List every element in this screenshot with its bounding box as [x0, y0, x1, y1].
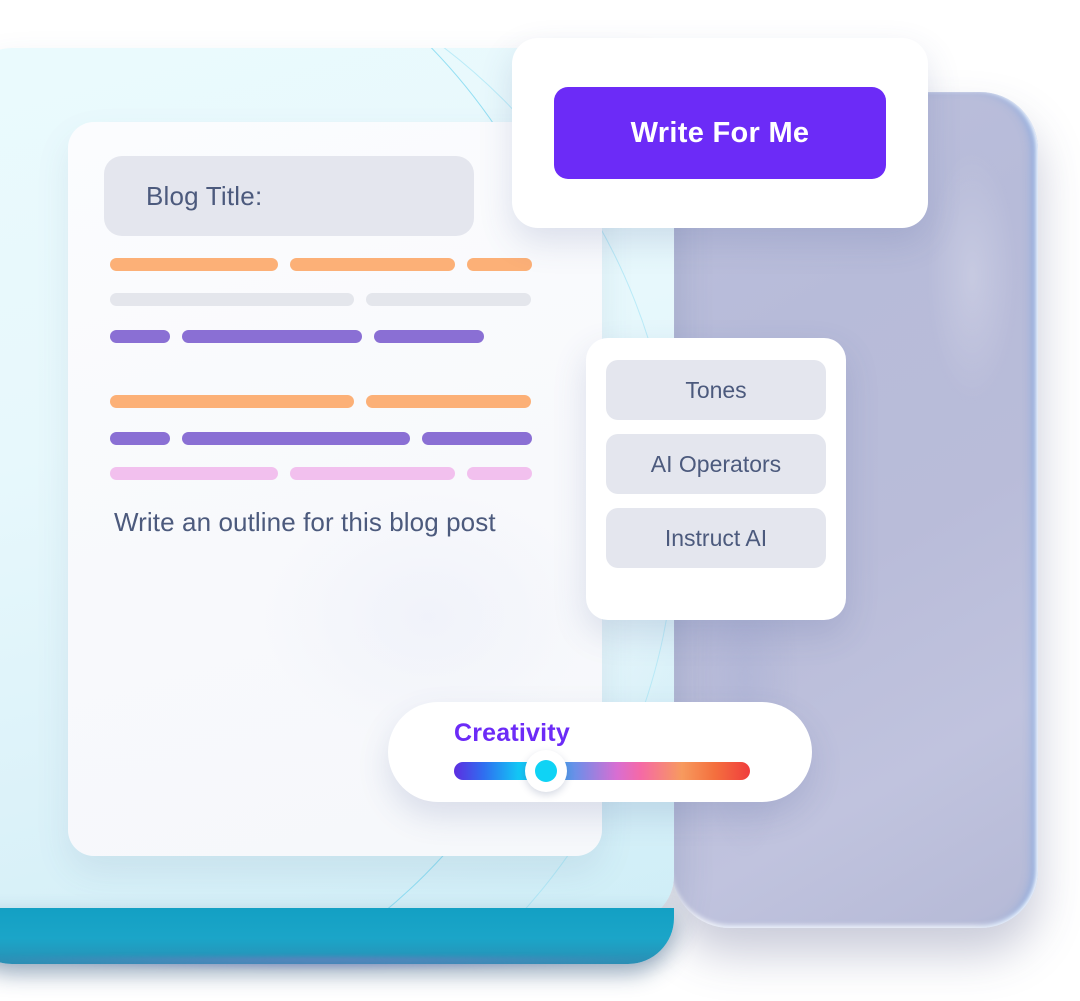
ai-option-ai-operators[interactable]: AI Operators — [606, 434, 826, 494]
skeleton-bar — [110, 395, 354, 408]
skeleton-row — [110, 330, 570, 343]
document-skeleton-bars — [110, 258, 570, 480]
skeleton-bar — [422, 432, 532, 445]
ai-options-panel: Tones AI Operators Instruct AI — [586, 338, 846, 620]
document-prompt-text: Write an outline for this blog post — [114, 507, 496, 537]
write-for-me-button[interactable]: Write For Me — [554, 87, 886, 179]
skeleton-bar — [110, 467, 278, 480]
skeleton-bar — [110, 432, 170, 445]
illustration-stage: Blog Title: Write an outline for this bl… — [0, 0, 1080, 1001]
bottom-teal-strip — [0, 908, 674, 964]
skeleton-row — [110, 293, 570, 306]
blog-title-field[interactable]: Blog Title: — [104, 156, 474, 236]
creativity-slider[interactable] — [454, 750, 750, 792]
ai-option-instruct-ai[interactable]: Instruct AI — [606, 508, 826, 568]
skeleton-row — [110, 258, 570, 271]
creativity-slider-track[interactable] — [454, 762, 750, 780]
skeleton-bar — [182, 330, 362, 343]
skeleton-bar — [110, 330, 170, 343]
skeleton-bar — [182, 432, 410, 445]
skeleton-bar — [290, 467, 455, 480]
skeleton-bar — [290, 258, 455, 271]
skeleton-bar — [467, 467, 532, 480]
write-for-me-panel: Write For Me — [512, 38, 928, 228]
ai-option-tones[interactable]: Tones — [606, 360, 826, 420]
skeleton-row — [110, 467, 570, 480]
creativity-panel: Creativity — [388, 702, 812, 802]
skeleton-bar — [366, 293, 531, 306]
skeleton-bar — [374, 330, 484, 343]
creativity-label: Creativity — [454, 719, 570, 747]
creativity-slider-thumb-dot — [535, 760, 557, 782]
skeleton-bar — [467, 258, 532, 271]
skeleton-row — [110, 395, 570, 408]
skeleton-bar — [110, 258, 278, 271]
skeleton-row — [110, 432, 570, 445]
blog-title-label: Blog Title: — [146, 180, 263, 211]
skeleton-bar — [366, 395, 531, 408]
creativity-slider-thumb[interactable] — [525, 750, 567, 792]
skeleton-bar — [110, 293, 354, 306]
